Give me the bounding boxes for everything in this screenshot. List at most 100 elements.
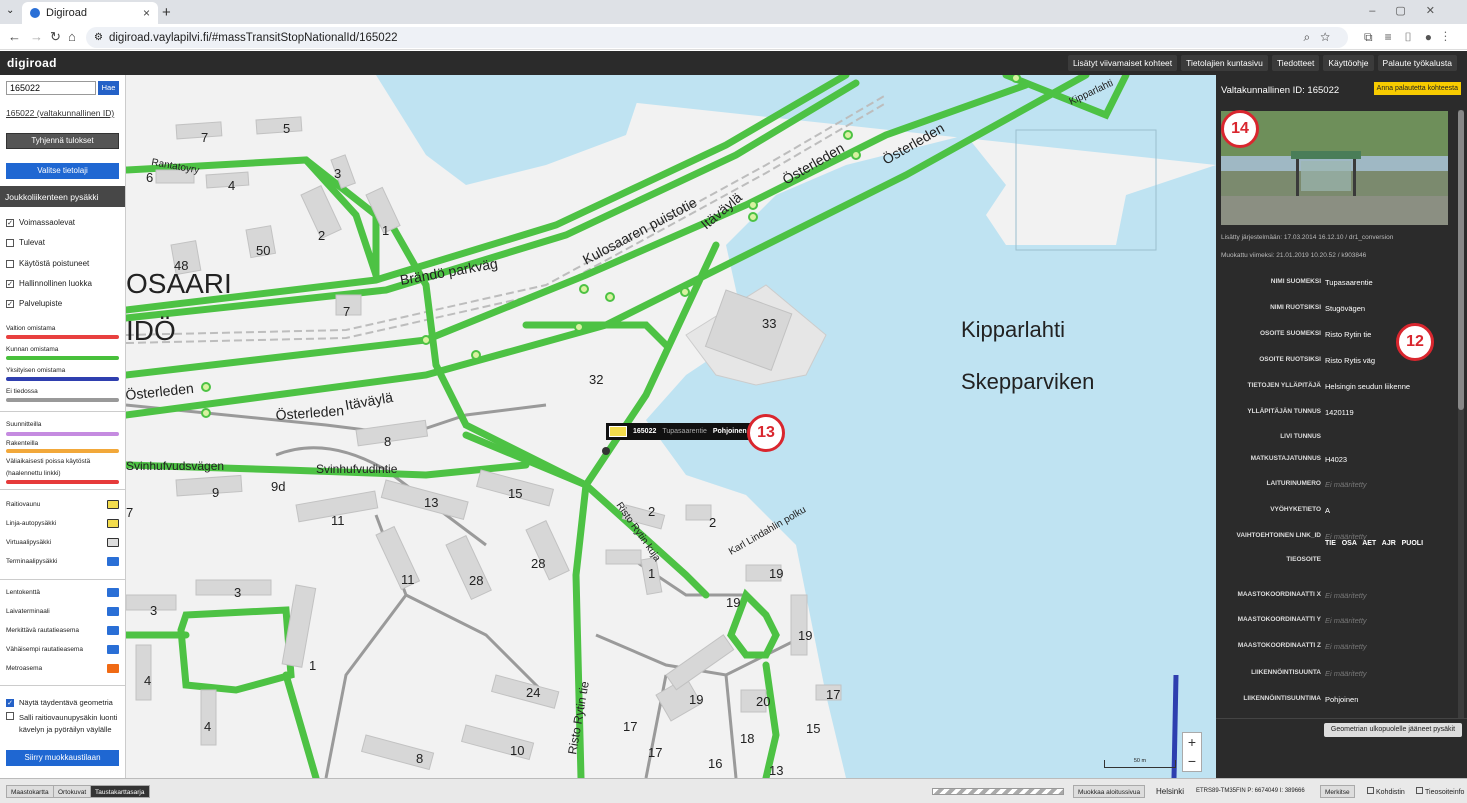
address-bar[interactable]: ⚙ digiroad.vaylapilvi.fi/#massTransitSto… [86,27,1348,48]
header-link-news[interactable]: Tiedotteet [1271,55,1320,71]
geometry-outside-stops-button[interactable]: Geometrian ulkopuolelle jääneet pysäkit [1324,723,1462,737]
map-button-terrain[interactable]: Maastokartta [6,785,54,798]
checkbox-admin-class[interactable]: ✓ Hallinnollinen luokka [6,279,92,288]
site-info-icon[interactable]: ⚙ [94,32,103,43]
checkbox-geometry[interactable]: ✓ Näytä täydentävä geometria [6,698,113,707]
choose-layer-button[interactable]: Valitse tietolaji [6,163,119,179]
new-tab-icon[interactable]: + [162,4,171,21]
header-link-linear-features[interactable]: Lisätyt viivamaiset kohteet [1067,55,1178,71]
panel-title: Valtakunnallinen ID: 165022 [1221,85,1340,96]
svg-text:7: 7 [201,130,208,145]
close-tab-icon[interactable]: × [143,6,150,20]
checkbox-tram-on-path[interactable]: Salli raitiovaunupysäkin luonti kävelyn … [6,712,122,736]
field-label: Vaihtoehtoinen link_id [1236,532,1321,539]
legend-bar-planned [6,432,119,436]
search-result-link[interactable]: 165022 (valtakunnallinen ID) [6,108,114,118]
panel-scrollbar[interactable] [1458,110,1464,720]
legend-label: Suunnitteilla [6,421,42,428]
field-value: Helsingin seudun liikenne [1325,382,1411,391]
svg-text:20: 20 [756,694,770,709]
svg-text:19: 19 [689,692,703,707]
svg-text:Risto Rytin tie: Risto Rytin tie [565,680,592,756]
tab-search-icon[interactable]: ⌄ [6,5,14,16]
legend-bar-private [6,377,119,381]
svg-text:15: 15 [508,486,522,501]
svg-text:10: 10 [510,743,524,758]
header-link-manual[interactable]: Käyttöohje [1323,55,1374,71]
service-ferry: Laivaterminaali [6,607,119,616]
mark-button[interactable]: Merkitse [1320,785,1355,798]
airport-icon [107,588,119,597]
minor-station-icon [107,645,119,654]
svg-text:1: 1 [648,566,655,581]
app-header: digiroad Lisätyt viivamaiset kohteet Tie… [0,51,1467,75]
browser-toolbar: ← → ↻ ⌂ ⚙ digiroad.vaylapilvi.fi/#massTr… [0,24,1467,50]
zoom-bookmark-icons[interactable]: ⌕☆ [1303,30,1340,45]
legend-label: Ei tiedossa [6,388,38,395]
back-icon[interactable]: ← [8,29,21,44]
search-input[interactable] [6,81,96,95]
feedback-button[interactable]: Anna palautetta kohteesta [1373,82,1461,95]
svg-text:17: 17 [826,687,840,702]
service-airport: Lentokenttä [6,588,119,597]
zoom-out-button[interactable]: − [1183,752,1201,771]
legend-bar-construction [6,449,119,453]
target-checkbox[interactable]: Kohdistin [1367,787,1405,796]
checkbox-valid[interactable]: ✓ Voimassaolevat [6,218,75,227]
svg-text:7: 7 [343,304,350,319]
field-label: Laiturinumero [1266,480,1321,487]
window-controls[interactable]: –▢✕ [1369,4,1455,17]
zoom-in-button[interactable]: + [1183,733,1201,752]
map-button-ortho[interactable]: Ortokuvat [53,785,92,798]
svg-text:1: 1 [309,658,316,673]
search-button[interactable]: Hae [98,81,119,95]
scale-bar: 50 m [1104,758,1176,768]
stop-tooltip[interactable]: 165022 Tupasaarentie Pohjoinen [606,423,753,440]
checkbox-future[interactable]: Tulevat [6,238,45,247]
svg-text:33: 33 [762,316,776,331]
header-links: Lisätyt viivamaiset kohteet Tietolajien … [1067,55,1457,71]
clear-results-button[interactable]: Tyhjennä tulokset [6,133,119,149]
water-label: Skepparviken [961,369,1094,394]
url-text: digiroad.vaylapilvi.fi/#massTransitStopN… [108,31,398,44]
map-view[interactable]: 7564 3 2 1 48 50 7 33 32 8 9 9d 13 15 11 2 2 1 11 28 28… [126,75,1216,778]
svg-text:11: 11 [331,513,345,528]
edit-start-page-button[interactable]: Muokkaa aloitussivua [1073,785,1146,798]
extensions-icons[interactable]: ⧉≡▯●⋮ [1364,30,1459,45]
service-major-station: Merkittävä rautatieasema [6,626,119,635]
annotation-marker: 12 [1396,323,1434,361]
area-label: IDÖ [126,315,176,346]
added-info: Lisätty järjestelmään: 17.03.2014 16.12.… [1221,234,1394,241]
checkbox-expired[interactable]: Käytöstä poistuneet [6,259,89,268]
enter-edit-mode-button[interactable]: Siirry muokkaustilaan [6,750,119,766]
field-value: Ei määritetty [1325,591,1367,600]
home-icon[interactable]: ⌂ [68,29,76,44]
field-value: Pohjoinen [1325,695,1359,704]
header-link-feedback[interactable]: Palaute työkalusta [1377,55,1457,71]
field-label: Tietojen ylläpitäjä [1247,382,1321,389]
svg-text:Svinhufvudintie: Svinhufvudintie [316,462,398,476]
svg-text:3: 3 [234,585,241,600]
header-link-municipality[interactable]: Tietolajien kuntasivu [1181,55,1268,71]
field-value: TIE OSA AET AJR PUOLI [1325,540,1424,547]
panel-footer: Geometrian ulkopuolelle jääneet pysäkit [1216,718,1467,778]
stop-type-tram: Raitiovaunu [6,500,119,509]
road-info-checkbox[interactable]: Tieosoiteinfo [1416,787,1464,796]
map-button-background[interactable]: Taustakarttasarja [90,785,150,798]
field-value: Ei määritetty [1325,642,1367,651]
field-value: Stugövägen [1325,304,1366,313]
svg-text:Svinhufvudsvägen: Svinhufvudsvägen [126,459,224,473]
forward-icon[interactable]: → [30,29,43,44]
field-label: Tieosoite [1286,556,1321,563]
svg-text:2: 2 [709,515,716,530]
reload-icon[interactable]: ↻ [50,29,61,45]
field-value: Tupasaarentie [1325,278,1373,287]
svg-text:2: 2 [648,504,655,519]
browser-tab[interactable]: Digiroad × [22,2,158,24]
legend-label: Yksityisen omistama [6,367,66,374]
area-label: OSAARI [126,268,232,299]
legend-label: Kunnan omistama [6,346,59,353]
svg-text:16: 16 [708,756,722,771]
checkbox-service-point[interactable]: ✓ Palvelupiste [6,299,62,308]
layer-section-title: Joukkoliikenteen pysäkki [0,186,125,207]
